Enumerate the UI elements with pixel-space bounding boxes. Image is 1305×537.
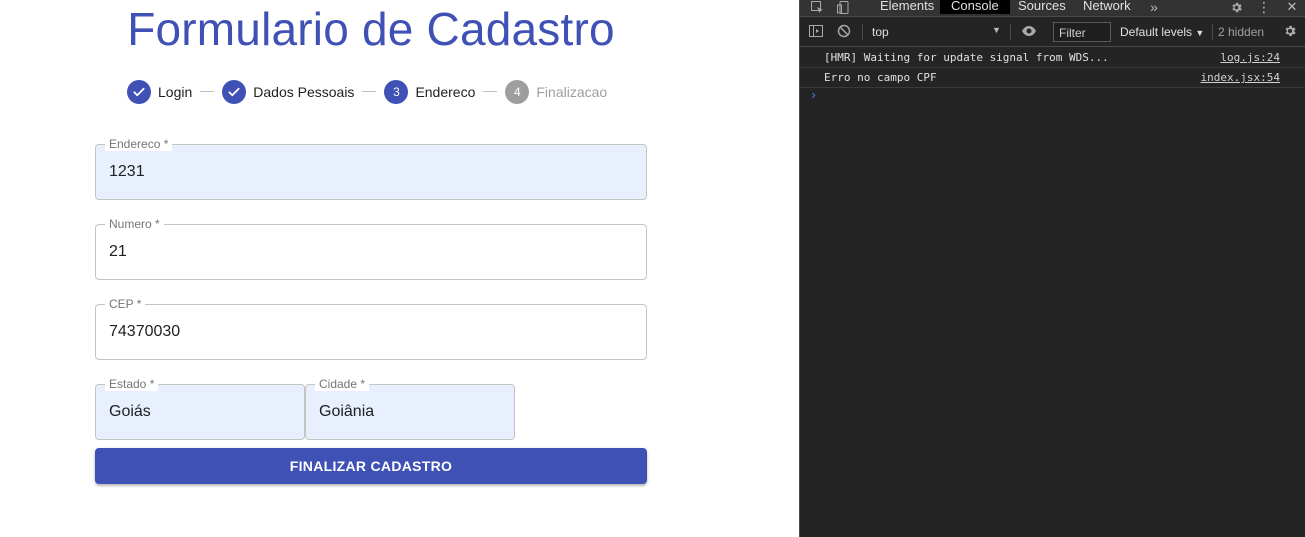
estado-value: Goiás [109,403,151,420]
log-message: Erro no campo CPF [824,71,937,84]
dropdown-arrow-icon[interactable]: ▼ [992,25,1001,35]
filter-input[interactable]: Filter [1053,22,1111,42]
tab-elements[interactable]: Elements [869,0,945,14]
estado-field[interactable]: Estado * Goiás [95,377,305,440]
more-vertical-icon[interactable]: ⋮ [1257,0,1271,15]
step-login: Login [127,79,193,104]
step-label: Finalizacao [536,83,608,100]
step-number: 4 [505,79,530,104]
gear-icon[interactable] [1229,0,1243,14]
step-dados-pessoais: Dados Pessoais [222,79,355,104]
step-endereco: 3 Endereco [384,79,476,104]
close-icon[interactable]: ✕ [1285,0,1299,14]
tab-sources[interactable]: Sources [1007,0,1077,14]
cidade-label: Cidade * [315,377,370,391]
endereco-value: 1231 [109,163,145,180]
devtools-panel: Elements Console Sources Network » ⋮ ✕ t… [799,0,1305,537]
eye-icon[interactable] [1021,24,1037,40]
step-connector [200,91,215,92]
clear-console-icon[interactable] [837,24,853,40]
log-levels-dropdown[interactable]: Default levels ▼ [1120,25,1204,39]
step-connector [362,91,377,92]
step-label: Dados Pessoais [253,83,355,100]
tab-network[interactable]: Network [1072,0,1142,14]
stepper: Login Dados Pessoais 3 Endereco 4 Finali… [127,79,607,104]
estado-label: Estado * [105,377,159,391]
step-label: Login [158,83,193,100]
hidden-count: 2 hidden [1218,25,1265,39]
cep-value: 74370030 [109,323,181,340]
endereco-label: Endereco * [105,137,173,151]
finalizar-cadastro-button[interactable]: FINALIZAR CADASTRO [95,448,647,484]
check-icon [127,79,151,104]
console-prompt-icon[interactable]: › [810,88,817,102]
console-toolbar: top ▼ Filter Default levels ▼ 2 hidden [800,18,1305,47]
devtools-tabbar: Elements Console Sources Network » ⋮ ✕ [800,0,1305,17]
numero-value: 21 [109,243,127,260]
endereco-field[interactable]: Endereco * 1231 [95,137,647,200]
log-message: [HMR] Waiting for update signal from WDS… [824,51,1109,64]
numero-field[interactable]: Numero * 21 [95,217,647,280]
page-title: Formulario de Cadastro [127,3,615,55]
toolbar-divider [1212,24,1213,40]
cep-label: CEP * [105,297,146,311]
step-connector [483,91,498,92]
step-label: Endereco [415,83,476,100]
inspect-element-icon[interactable] [810,0,824,14]
cep-field[interactable]: CEP * 74370030 [95,297,647,360]
console-settings-gear-icon[interactable] [1283,24,1299,40]
log-source-link[interactable]: index.jsx:54 [1201,71,1280,84]
toolbar-divider [1010,24,1011,40]
console-log-row: [HMR] Waiting for update signal from WDS… [800,47,1305,68]
device-toolbar-icon[interactable] [836,0,850,14]
check-icon [222,79,247,104]
console-log-row: Erro no campo CPF index.jsx:54 [800,67,1305,88]
step-finalizacao: 4 Finalizacao [505,79,608,104]
log-source-link[interactable]: log.js:24 [1220,51,1280,64]
chevrons-right-icon[interactable]: » [1147,0,1161,15]
cidade-field[interactable]: Cidade * Goiânia [305,377,515,440]
app-page: Formulario de Cadastro Login Dados Pesso… [0,0,799,537]
sidebar-toggle-icon[interactable] [809,24,825,40]
numero-label: Numero * [105,217,164,231]
context-selector[interactable]: top [872,25,889,39]
tab-console[interactable]: Console [940,0,1010,14]
cidade-value: Goiânia [319,403,375,420]
step-number: 3 [384,79,409,104]
toolbar-divider [862,24,863,40]
dropdown-arrow-icon: ▼ [1195,28,1205,38]
log-levels-label: Default levels [1120,25,1193,39]
